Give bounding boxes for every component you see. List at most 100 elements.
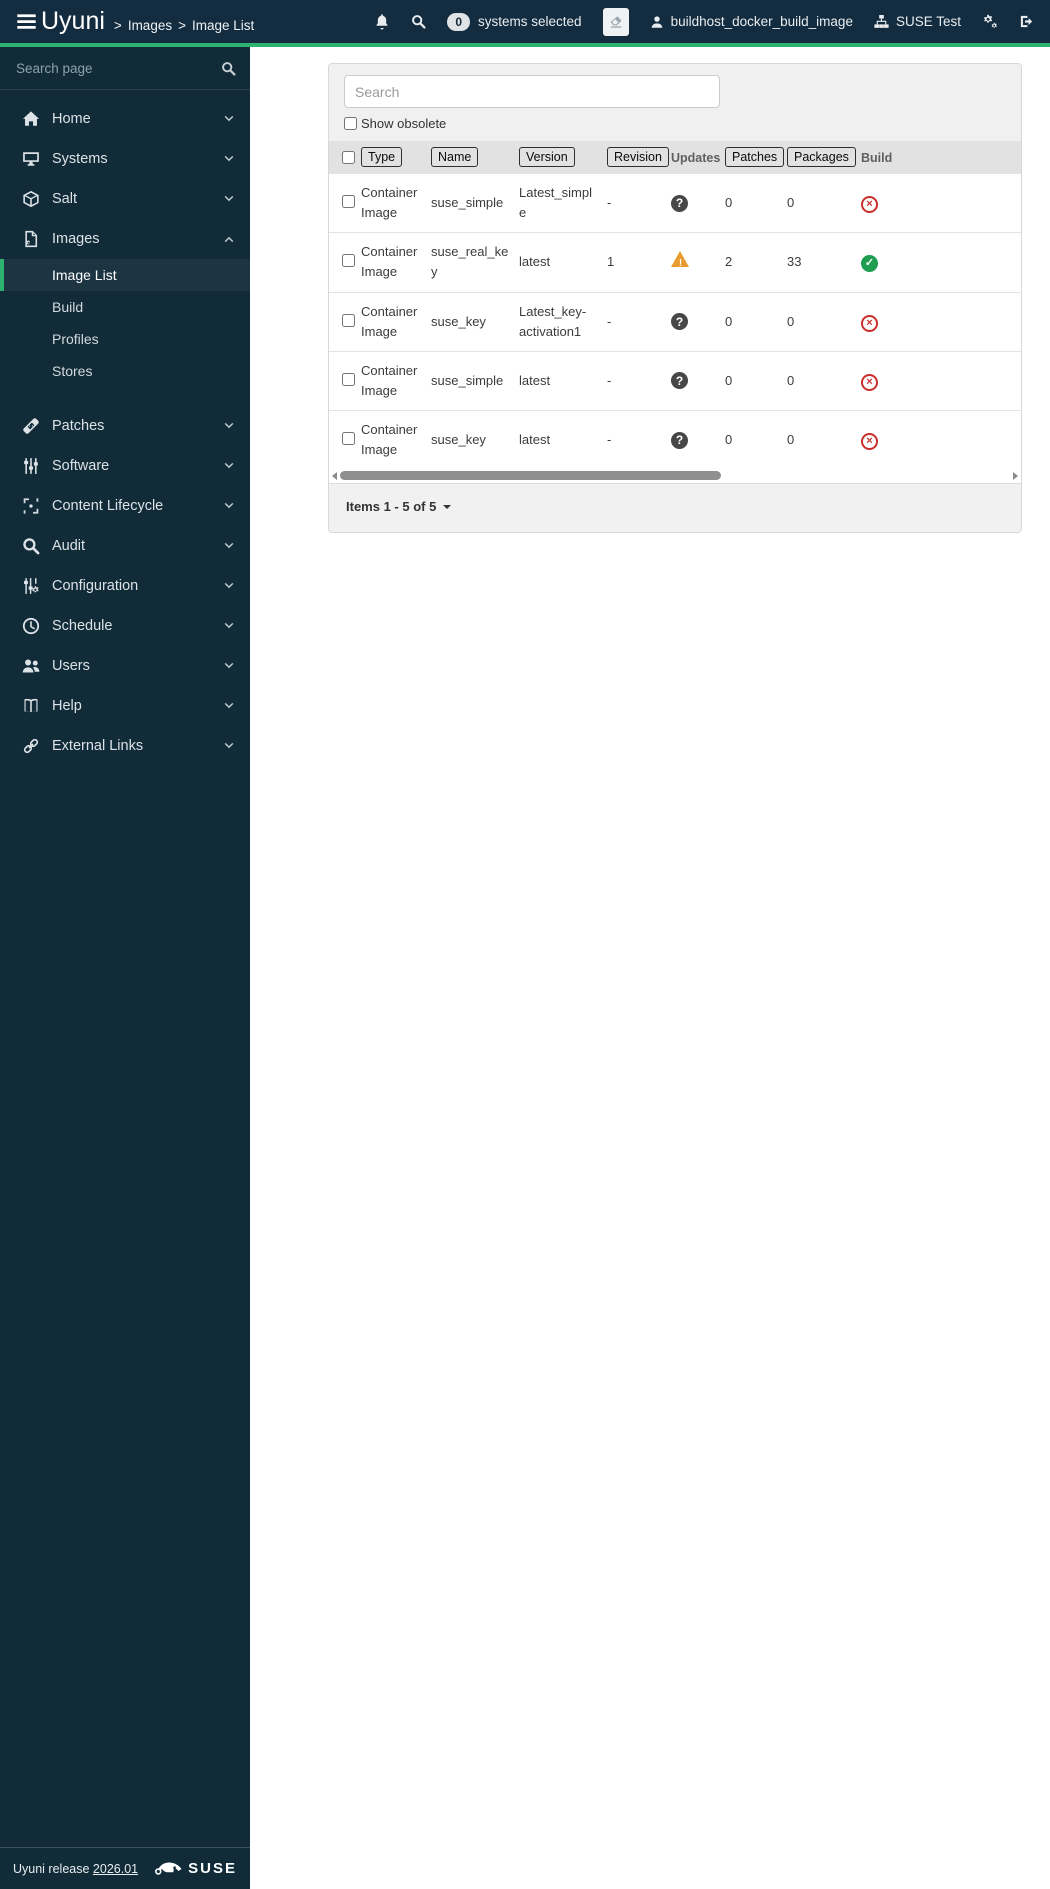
chevron-down-icon (223, 660, 235, 672)
horizontal-scrollbar (329, 469, 1021, 484)
sign-out-icon[interactable] (1019, 14, 1034, 29)
sidebar-submenu-images: Image List Build Profiles Stores (0, 259, 250, 387)
show-obsolete-checkbox[interactable] (344, 117, 357, 130)
row-select-cell (329, 350, 357, 411)
sidebar-item-users[interactable]: Users (0, 646, 250, 686)
cell-type: Container Image (357, 410, 427, 470)
items-range-label: Items 1 - 5 of 5 (346, 499, 437, 515)
table-row: Container Image suse_key latest -? 0 0 × (329, 410, 1021, 470)
brand-link[interactable]: Uyuni (16, 9, 105, 34)
column-header-version: Version (515, 141, 603, 174)
sidebar-item-help[interactable]: Help (0, 686, 250, 726)
row-checkbox[interactable] (342, 313, 355, 327)
global-search-icon[interactable] (411, 14, 426, 29)
sidebar-item-images[interactable]: Images (0, 219, 250, 259)
sort-button-type[interactable]: Type (361, 147, 403, 167)
cell-filler (905, 410, 1021, 470)
column-header-revision: Revision (603, 141, 669, 174)
sidebar-menu: Home Systems Salt Images Image List Build Prof… (0, 99, 250, 766)
cell-build: × (857, 350, 905, 411)
row-checkbox[interactable] (342, 432, 355, 446)
user-icon (650, 15, 664, 29)
row-checkbox[interactable] (342, 372, 355, 386)
sidebar-item-patches[interactable]: Patches (0, 406, 250, 446)
sidebar-item-salt[interactable]: Salt (0, 179, 250, 219)
sidebar-item-content-lifecycle[interactable]: Content Lifecycle (0, 486, 250, 526)
sidebar-search (0, 47, 250, 90)
organization-name: SUSE Test (895, 14, 961, 29)
hamburger-menu-icon (16, 11, 37, 32)
sidebar-item-label: Systems (52, 151, 108, 167)
organization-menu[interactable]: SUSE Test (874, 14, 961, 29)
pagination-footer: Items 1 - 5 of 5 (329, 483, 1021, 533)
sidebar-item-systems[interactable]: Systems (0, 139, 250, 179)
cell-type: Container Image (357, 172, 427, 233)
audit-icon (22, 537, 40, 555)
cell-filler (905, 350, 1021, 411)
preferences-cogs-icon[interactable] (982, 14, 998, 30)
notifications-bell-icon[interactable] (374, 13, 390, 30)
scrollbar-thumb[interactable] (340, 471, 721, 481)
breadcrumb-images[interactable]: Images (128, 18, 172, 33)
cell-version: latest (515, 232, 603, 293)
cell-packages: 0 (783, 350, 857, 411)
brand-name: Uyuni (41, 7, 105, 35)
sidebar-search-icon[interactable] (221, 61, 236, 76)
select-all-checkbox[interactable] (342, 150, 355, 164)
table-search-input[interactable] (344, 75, 720, 108)
chevron-down-icon (223, 740, 235, 752)
sidebar-item-home[interactable]: Home (0, 99, 250, 139)
release-version-link[interactable]: 2026.01 (93, 1862, 138, 1876)
sort-button-packages[interactable]: Packages (787, 147, 856, 167)
cell-build: ✓ (857, 232, 905, 293)
chevron-down-icon (223, 113, 235, 125)
row-checkbox[interactable] (342, 195, 355, 209)
cell-version: Latest_key-activation1 (515, 291, 603, 352)
table-row: Container Imagesuse_real_keylatest1233✓ (329, 232, 1021, 293)
cell-packages: 33 (783, 232, 857, 293)
user-menu[interactable]: buildhost_docker_build_image (650, 14, 853, 29)
scroll-right-arrow-icon[interactable] (1013, 472, 1018, 481)
cell-revision: - (603, 350, 667, 411)
sidebar-subitem-stores[interactable]: Stores (0, 355, 250, 387)
row-select-cell (329, 291, 357, 352)
ssm-systems-selected[interactable]: 0 systems selected (447, 12, 582, 31)
sidebar-subitem-build[interactable]: Build (0, 291, 250, 323)
cell-revision: - (603, 291, 667, 352)
chevron-down-icon (223, 700, 235, 712)
items-per-page-dropdown[interactable]: Items 1 - 5 of 5 (346, 499, 452, 515)
salt-icon (22, 190, 40, 208)
release-text: Uyuni release 2026.01 (13, 1862, 138, 1876)
sort-button-version[interactable]: Version (519, 147, 575, 167)
user-name: buildhost_docker_build_image (670, 14, 853, 29)
scroll-left-arrow-icon[interactable] (332, 472, 337, 481)
sidebar-item-software[interactable]: Software (0, 446, 250, 486)
table-row: Container Image suse_key Latest_key-activa… (329, 291, 1021, 352)
cell-type: Container Image (357, 232, 427, 293)
sidebar-item-configuration[interactable]: Configuration (0, 566, 250, 606)
chevron-down-icon (223, 500, 235, 512)
sidebar-item-schedule[interactable]: Schedule (0, 606, 250, 646)
chevron-down-icon (223, 620, 235, 632)
patch-icon (22, 417, 40, 435)
build-failed-icon: × (861, 373, 878, 391)
row-checkbox[interactable] (342, 254, 355, 268)
build-failed-icon: × (861, 433, 878, 451)
sort-button-name[interactable]: Name (431, 147, 479, 167)
row-select-cell (329, 410, 357, 470)
sidebar-subitem-profiles[interactable]: Profiles (0, 323, 250, 355)
sort-button-patches[interactable]: Patches (725, 147, 785, 167)
cell-type: Container Image (357, 291, 427, 352)
sidebar-item-audit[interactable]: Audit (0, 526, 250, 566)
sidebar-item-label: Images (52, 231, 100, 247)
clear-selection-button[interactable] (602, 7, 629, 36)
sidebar-item-external-links[interactable]: External Links (0, 726, 250, 766)
filter-panel: Show obsolete (329, 64, 1021, 141)
sort-button-revision[interactable]: Revision (607, 147, 669, 167)
navbar-right: 0 systems selected buildhost_docker_buil… (374, 7, 1034, 36)
sidebar-search-input[interactable] (14, 59, 221, 77)
home-icon (22, 110, 40, 128)
sidebar-subitem-image-list[interactable]: Image List (0, 259, 250, 291)
breadcrumb-image-list[interactable]: Image List (192, 18, 254, 33)
cell-type: Container Image (357, 350, 427, 411)
